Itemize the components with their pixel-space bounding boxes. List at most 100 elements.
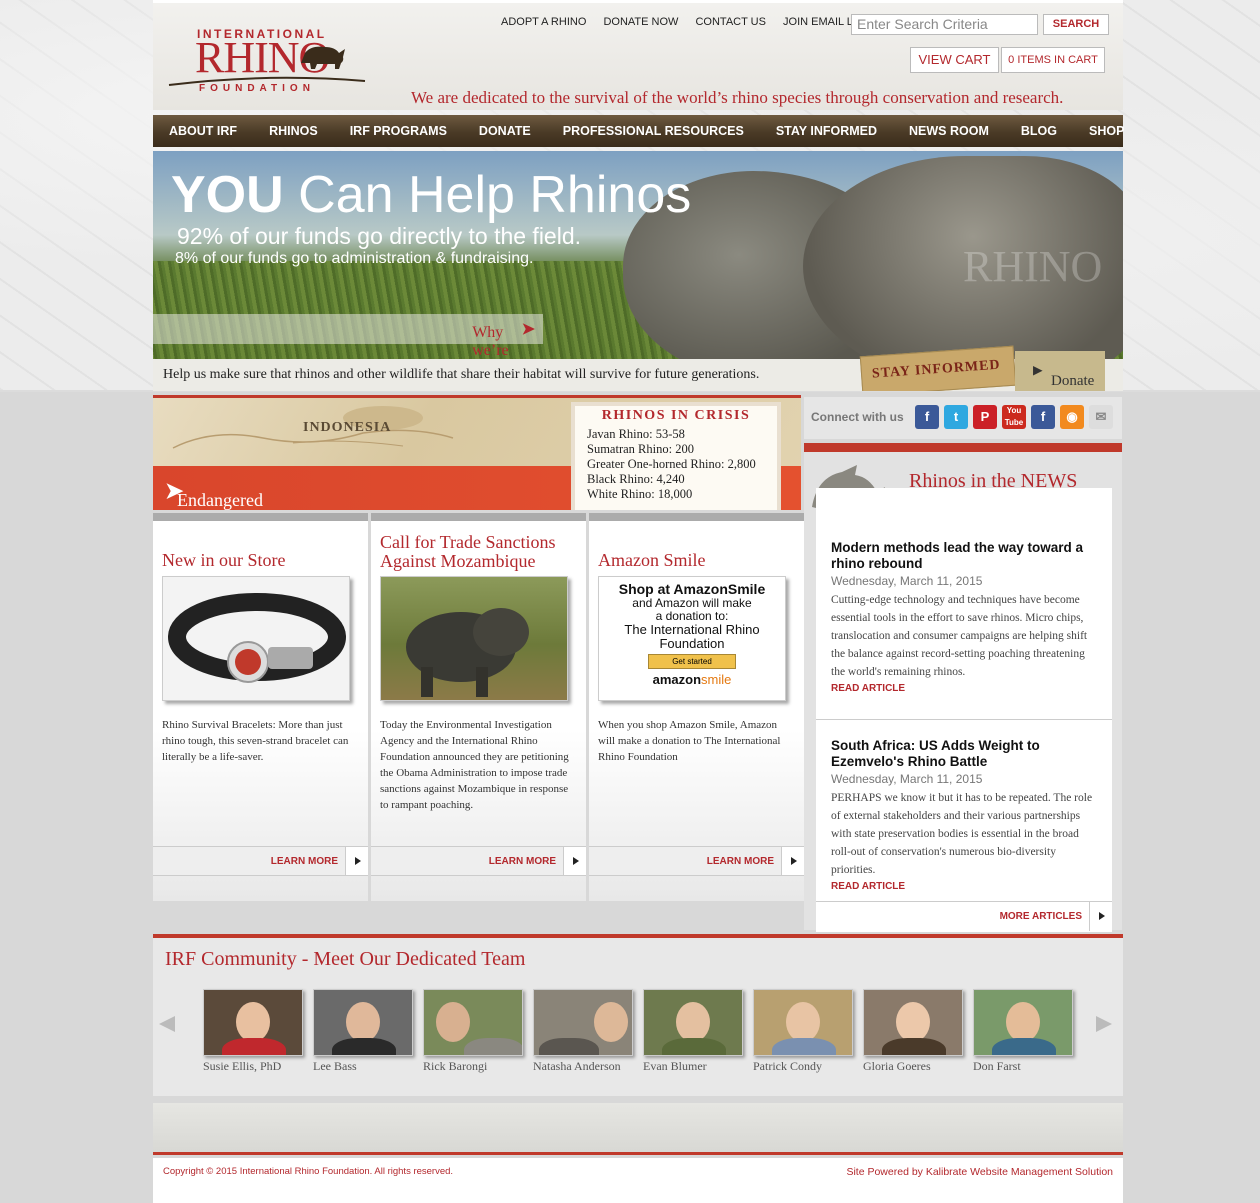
top-link-donate[interactable]: DONATE NOW xyxy=(603,16,678,28)
nav-about[interactable]: ABOUT IRF xyxy=(169,124,237,138)
arrow-right-icon xyxy=(781,847,804,875)
donate-text: Donate xyxy=(1051,373,1095,389)
rhino-photo-graphic xyxy=(406,608,529,697)
ad-line-5: Foundation xyxy=(659,636,725,651)
sanctions-learn-more[interactable]: LEARN MORE xyxy=(371,846,586,876)
news-article: South Africa: US Adds Weight to Ezemvelo… xyxy=(831,738,1101,892)
amazonsmile-logo: amazonsmile xyxy=(599,672,785,687)
team-member-photo xyxy=(863,989,963,1056)
top-link-adopt[interactable]: ADOPT A RHINO xyxy=(501,16,586,28)
team-member-photo xyxy=(533,989,633,1056)
more-articles-link[interactable]: MORE ARTICLES xyxy=(816,901,1112,931)
team-member[interactable]: Gloria Goeres xyxy=(863,989,963,1074)
stay-informed-label: STAY INFORMED xyxy=(871,357,1002,382)
bracelet-image[interactable] xyxy=(162,576,350,701)
nav-blog[interactable]: BLOG xyxy=(1021,124,1057,138)
news-article-body: PERHAPS we know it but it has to be repe… xyxy=(831,792,1093,876)
team-member[interactable]: Natasha Anderson xyxy=(533,989,633,1074)
amazon-heading[interactable]: Amazon Smile xyxy=(598,551,705,570)
population-map-banner[interactable]: INDONESIA Endangered Rhinos: See the pop… xyxy=(153,395,801,510)
store-heading[interactable]: New in our Store xyxy=(162,551,285,570)
hero-banner[interactable]: RHINO YOU Can Help Rhinos 92% of our fun… xyxy=(153,151,1123,391)
team-member-photo xyxy=(643,989,743,1056)
team-member-name: Patrick Condy xyxy=(753,1059,822,1073)
news-article-title[interactable]: Modern methods lead the way toward a rhi… xyxy=(831,540,1101,572)
more-articles-label: MORE ARTICLES xyxy=(999,911,1082,922)
powered-by-link[interactable]: Site Powered by Kalibrate Website Manage… xyxy=(846,1166,1113,1178)
news-article: Modern methods lead the way toward a rhi… xyxy=(831,540,1101,694)
read-article-link[interactable]: READ ARTICLE xyxy=(831,881,1101,892)
read-article-link[interactable]: READ ARTICLE xyxy=(831,683,1101,694)
amazon-smile-ad[interactable]: Shop at AmazonSmile and Amazon will make… xyxy=(598,576,786,701)
store-learn-more[interactable]: LEARN MORE xyxy=(153,846,368,876)
nav-shop[interactable]: SHOP xyxy=(1089,124,1124,138)
site-tagline: We are dedicated to the survival of the … xyxy=(411,88,1064,107)
news-article-title[interactable]: South Africa: US Adds Weight to Ezemvelo… xyxy=(831,738,1101,770)
nav-programs[interactable]: IRF PROGRAMS xyxy=(350,124,447,138)
team-member[interactable]: Susie Ellis, PhD xyxy=(203,989,303,1074)
team-member[interactable]: Evan Blumer xyxy=(643,989,743,1074)
carousel-next-icon[interactable] xyxy=(1096,1016,1112,1032)
carousel-prev-icon[interactable] xyxy=(159,1016,175,1032)
map-label-indonesia: INDONESIA xyxy=(303,420,392,435)
bracelet-graphic xyxy=(168,593,346,683)
search-input[interactable]: Enter Search Criteria xyxy=(851,14,1038,35)
team-member[interactable]: Rick Barongi xyxy=(423,989,523,1074)
view-cart-button[interactable]: VIEW CART xyxy=(910,47,999,73)
sanctions-heading[interactable]: Call for Trade Sanctions Against Mozambi… xyxy=(380,533,586,571)
team-member-name: Evan Blumer xyxy=(643,1059,707,1073)
nav-rhinos[interactable]: RHINOS xyxy=(269,124,318,138)
rss-icon[interactable]: ◉ xyxy=(1060,405,1084,429)
crisis-row: Javan Rhino: 53-58 xyxy=(587,427,685,441)
irf-logo[interactable]: INTERNATIONAL RHINO FOUNDATION xyxy=(167,23,367,98)
crisis-row: White Rhino: 18,000 xyxy=(587,487,693,501)
learn-more-label: LEARN MORE xyxy=(270,856,338,867)
connect-label: Connect with us xyxy=(811,410,904,424)
why-different-link[interactable]: Why we’re different ➤ xyxy=(153,314,543,377)
learn-more-label: LEARN MORE xyxy=(706,856,774,867)
team-member-photo xyxy=(423,989,523,1056)
black-rhino-image[interactable] xyxy=(380,576,568,701)
arrow-right-icon xyxy=(345,847,368,875)
get-started-button[interactable]: Get started xyxy=(648,654,736,669)
facebook-alt-icon[interactable]: f xyxy=(1031,405,1055,429)
nav-news-room[interactable]: NEWS ROOM xyxy=(909,124,989,138)
hero-title-bold: YOU xyxy=(171,166,284,224)
donate-button[interactable]: Donate ▶ xyxy=(1015,351,1105,391)
learn-more-label: LEARN MORE xyxy=(488,856,556,867)
team-member[interactable]: Lee Bass xyxy=(313,989,413,1074)
page-container: INTERNATIONAL RHINO FOUNDATION ADOPT A R… xyxy=(150,0,1126,1203)
hero-watermark: RHINO xyxy=(963,242,1103,291)
hero-title-rest: Can Help Rhinos xyxy=(283,166,692,224)
team-member-name: Susie Ellis, PhD xyxy=(203,1059,282,1073)
hero-footer-text: Help us make sure that rhinos and other … xyxy=(163,367,760,382)
sanctions-column: Call for Trade Sanctions Against Mozambi… xyxy=(371,513,586,901)
population-map-link[interactable]: Endangered Rhinos: See the population ma… xyxy=(165,478,263,510)
crisis-row: Black Rhino: 4,240 xyxy=(587,472,685,486)
nav-donate[interactable]: DONATE xyxy=(479,124,531,138)
ad-line-4: The International Rhino xyxy=(624,622,760,637)
team-member[interactable]: Patrick Condy xyxy=(753,989,853,1074)
search-button[interactable]: SEARCH xyxy=(1043,14,1109,35)
site-footer: Copyright © 2015 International Rhino Fou… xyxy=(153,1158,1123,1203)
play-icon: ▶ xyxy=(1033,363,1043,377)
hero-funds-field: 92% of our funds go directly to the fiel… xyxy=(177,223,582,249)
nav-professional-resources[interactable]: PROFESSIONAL RESOURCES xyxy=(563,124,744,138)
top-link-contact[interactable]: CONTACT US xyxy=(695,16,766,28)
sanctions-description: Today the Environmental Investigation Ag… xyxy=(380,719,569,811)
pinterest-icon[interactable]: P xyxy=(973,405,997,429)
amazon-learn-more[interactable]: LEARN MORE xyxy=(589,846,804,876)
team-member-name: Don Farst xyxy=(973,1059,1021,1073)
cart-count[interactable]: 0 ITEMS IN CART xyxy=(1001,47,1105,73)
team-member[interactable]: Don Farst xyxy=(973,989,1073,1074)
twitter-icon[interactable]: t xyxy=(944,405,968,429)
email-icon[interactable]: ✉ xyxy=(1089,405,1113,429)
arrow-right-icon xyxy=(1089,902,1112,931)
team-member-name: Natasha Anderson xyxy=(533,1059,621,1073)
facebook-icon[interactable]: f xyxy=(915,405,939,429)
nav-stay-informed[interactable]: STAY INFORMED xyxy=(776,124,877,138)
youtube-icon[interactable]: You Tube xyxy=(1002,405,1026,429)
crisis-title: RHINOS IN CRISIS xyxy=(601,408,751,423)
connect-bar: Connect with us f t P You Tube f ◉ ✉ xyxy=(804,397,1122,439)
store-column: New in our Store Rhino Survival Bracelet… xyxy=(153,513,368,901)
